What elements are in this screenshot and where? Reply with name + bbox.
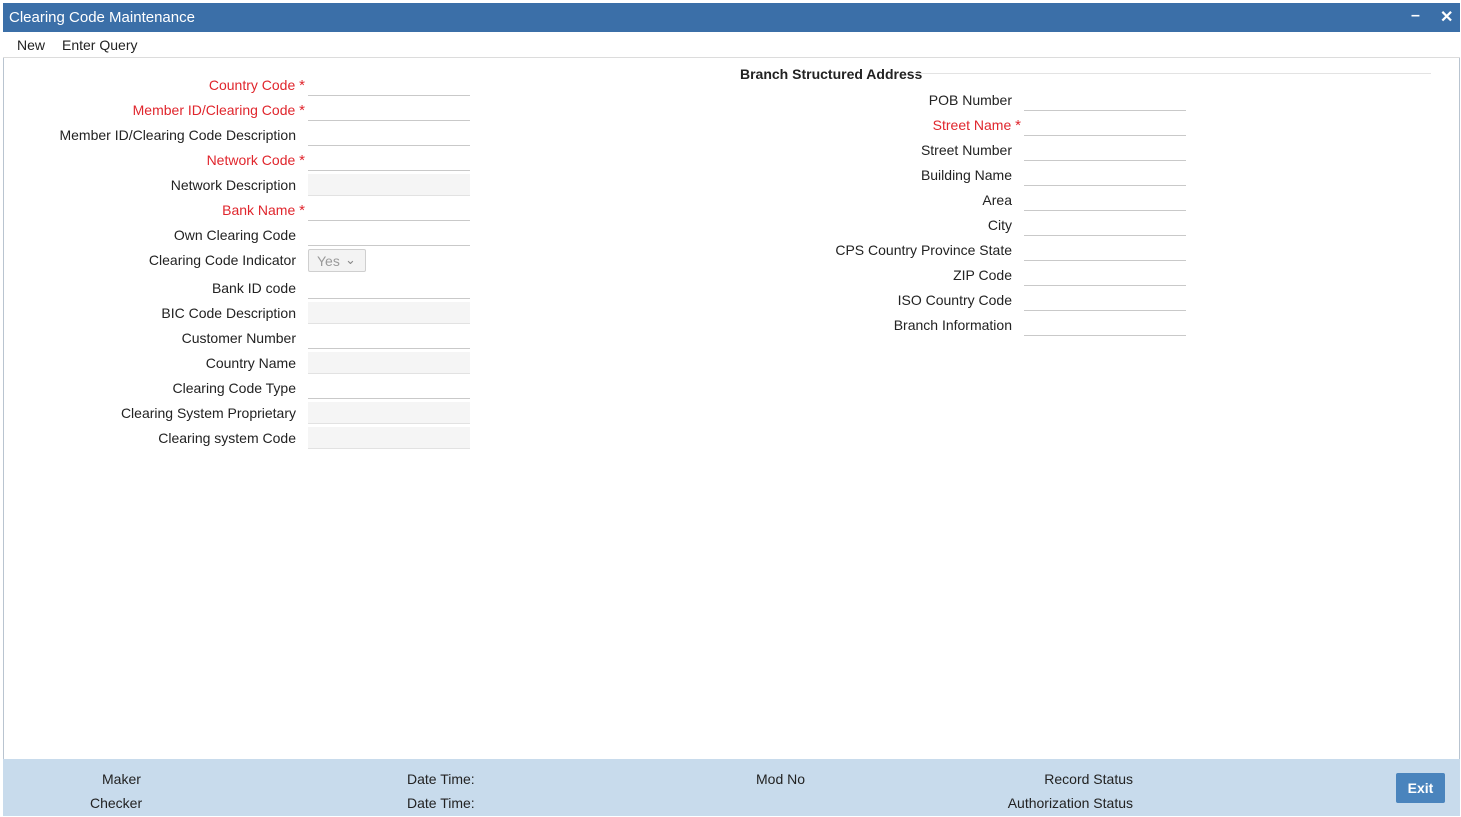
member-id-description-input[interactable] [308,124,470,146]
network-description-input[interactable] [308,174,470,196]
cps-country-province-state-label: CPS Country Province State [835,242,1012,258]
city-label: City [987,217,1012,233]
own-clearing-code-input[interactable] [308,224,470,246]
cps-country-province-state-input[interactable] [1024,239,1186,261]
pob-number-label: POB Number [928,92,1012,108]
bank-id-code-input[interactable] [308,277,470,299]
maker-label: Maker [102,771,141,787]
branch-information-input[interactable] [1024,314,1186,336]
checker-date-time-label: Date Time: [407,795,475,811]
branch-information-label: Branch Information [893,317,1012,333]
audit-footer [3,759,1460,816]
pob-number-input[interactable] [1024,89,1186,111]
bank-name-input[interactable] [308,199,470,221]
authorization-status-label: Authorization Status [1007,795,1133,811]
window-title: Clearing Code Maintenance [9,9,195,26]
chevron-down-icon: ⌄ [345,252,356,267]
area-label: Area [982,192,1012,208]
bic-code-description-input[interactable] [308,302,470,324]
building-name-label: Building Name [920,167,1012,183]
network-code-input[interactable] [308,149,470,171]
iso-country-code-input[interactable] [1024,289,1186,311]
street-number-label: Street Number [920,142,1012,158]
clearing-code-type-label: Clearing Code Type [172,380,296,396]
clearing-code-indicator-label: Clearing Code Indicator [148,252,296,268]
customer-number-label: Customer Number [181,330,296,346]
clearing-system-proprietary-input[interactable] [308,402,470,424]
branch-address-section-title: Branch Structured Address [740,66,923,82]
member-id-label: Member ID/Clearing Code * [132,102,305,119]
exit-button[interactable]: Exit [1396,773,1445,803]
clearing-code-indicator-select[interactable]: Yes ⌄ [308,249,366,272]
menu-enter-query[interactable]: Enter Query [62,37,137,53]
menu-new[interactable]: New [17,37,45,53]
mod-no-label: Mod No [756,771,806,787]
country-name-label: Country Name [205,355,296,371]
country-code-label: Country Code * [208,77,305,94]
bank-id-code-label: Bank ID code [211,280,296,296]
checker-label: Checker [90,795,143,811]
zip-code-input[interactable] [1024,264,1186,286]
city-input[interactable] [1024,214,1186,236]
clearing-system-code-label: Clearing system Code [158,430,296,446]
member-id-description-label: Member ID/Clearing Code Description [59,127,296,143]
customer-number-input[interactable] [308,327,470,349]
network-code-label: Network Code * [206,152,305,169]
own-clearing-code-label: Own Clearing Code [173,227,296,243]
area-input[interactable] [1024,189,1186,211]
iso-country-code-label: ISO Country Code [897,292,1012,308]
clearing-system-proprietary-label: Clearing System Proprietary [120,405,296,421]
country-name-input[interactable] [308,352,470,374]
clearing-code-indicator-value: Yes [317,253,340,269]
country-code-input[interactable] [308,74,470,96]
bic-code-description-label: BIC Code Description [161,305,296,321]
maker-date-time-label: Date Time: [407,771,475,787]
clearing-code-type-input[interactable] [308,377,470,399]
close-icon[interactable]: ✕ [1440,7,1453,27]
minimize-icon[interactable]: – [1411,7,1420,25]
menu-bar: New Enter Query [3,32,1460,58]
street-name-input[interactable] [1024,114,1186,136]
clearing-system-code-input[interactable] [308,427,470,449]
building-name-input[interactable] [1024,164,1186,186]
member-id-input[interactable] [308,99,470,121]
street-name-label: Street Name * [932,117,1021,134]
section-divider [910,73,1431,74]
bank-name-label: Bank Name * [222,202,305,219]
zip-code-label: ZIP Code [953,267,1012,283]
title-bar: Clearing Code Maintenance – ✕ [3,3,1460,32]
record-status-label: Record Status [1044,771,1133,787]
network-description-label: Network Description [170,177,296,193]
street-number-input[interactable] [1024,139,1186,161]
